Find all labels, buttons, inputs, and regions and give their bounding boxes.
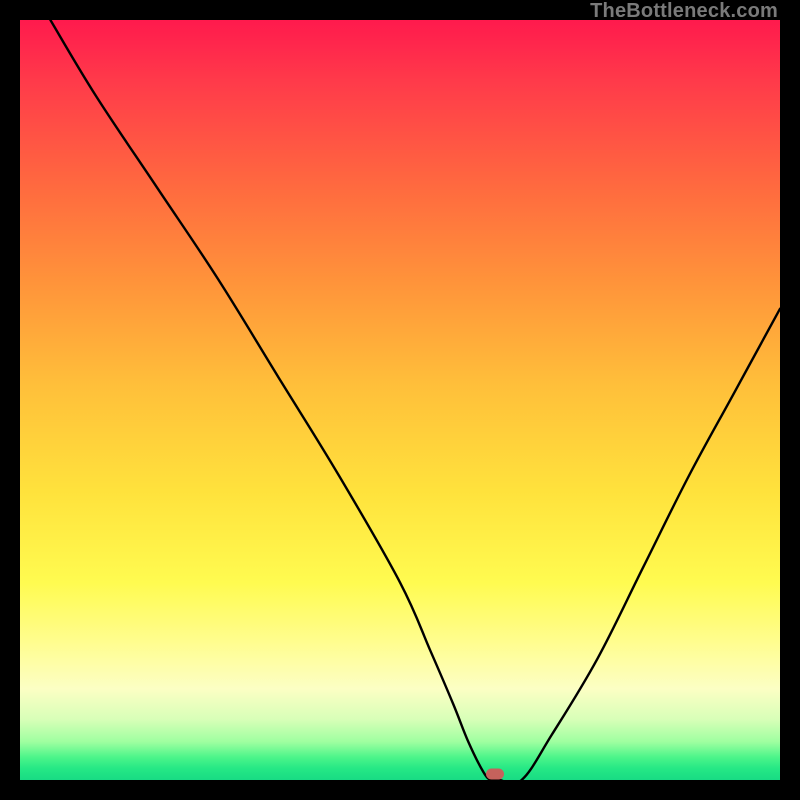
chart-frame: TheBottleneck.com: [0, 0, 800, 800]
minimum-marker: [486, 768, 504, 779]
bottleneck-curve: [20, 20, 780, 780]
plot-area: [20, 20, 780, 780]
